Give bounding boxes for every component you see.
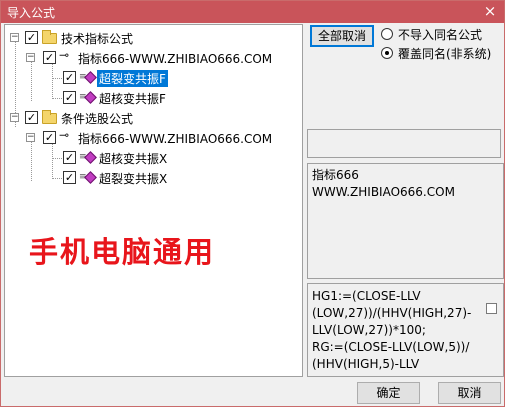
tree-node-label: 条件选股公式 xyxy=(61,112,134,126)
tree-node-label: 指标666-WWW.ZHIBIAO666.COM xyxy=(78,52,273,66)
checkbox[interactable]: ✓ xyxy=(63,171,76,184)
radio-unchecked[interactable] xyxy=(381,28,393,40)
checkbox[interactable]: ✓ xyxy=(63,71,76,84)
formula-panel: HG1:=(CLOSE-LLV (LOW,27))/(HHV(HIGH,27)-… xyxy=(307,283,504,377)
key-icon: ⊸ xyxy=(59,48,70,62)
checkbox[interactable]: ✓ xyxy=(25,31,38,44)
checkbox[interactable]: ✓ xyxy=(63,151,76,164)
tree-node-label: 超裂变共振F xyxy=(97,70,168,87)
folder-icon xyxy=(42,110,57,124)
formula-checkbox[interactable] xyxy=(486,303,497,314)
formula-gem-icon xyxy=(84,151,97,164)
tree-node-formula[interactable]: ✓ ≡ 超裂变共振F xyxy=(5,68,295,87)
title-bar: 导入公式 × xyxy=(1,1,504,23)
tree-node-group[interactable]: − ✓ ⊸ 指标666-WWW.ZHIBIAO666.COM xyxy=(5,48,295,66)
formula-text: HG1:=(CLOSE-LLV (LOW,27))/(HHV(HIGH,27)-… xyxy=(312,289,472,371)
tree-node-formula[interactable]: ✓ ≡ 超核变共振F xyxy=(5,88,295,106)
tree-node-stock-selection[interactable]: − ✓ 条件选股公式 xyxy=(5,108,295,126)
window-title: 导入公式 xyxy=(7,6,56,20)
no-import-same-name-option[interactable]: 不导入同名公式 xyxy=(381,26,501,42)
radio-checked[interactable] xyxy=(381,47,393,59)
formula-tree[interactable]: − ✓ 技术指标公式 − ✓ ⊸ 指标666-WWW.ZHIBIAO666.CO… xyxy=(4,24,303,377)
cancel-button[interactable]: 取消 xyxy=(438,382,501,404)
formula-gem-icon xyxy=(84,71,97,84)
collapse-icon[interactable]: − xyxy=(10,33,19,42)
collapse-icon[interactable]: − xyxy=(26,53,35,62)
tree-node-label: 技术指标公式 xyxy=(61,32,134,46)
overwrite-same-name-option[interactable]: 覆盖同名(非系统) xyxy=(381,45,501,61)
tree-node-label: 指标666-WWW.ZHIBIAO666.COM xyxy=(78,132,273,146)
info-name: 指标666 xyxy=(312,168,359,182)
import-formula-dialog: 导入公式 × − ✓ 技术指标公式 − ✓ ⊸ 指标666-WWW.ZHIBIA… xyxy=(0,0,505,407)
collapse-icon[interactable]: − xyxy=(26,133,35,142)
tree-node-label: 超核变共振F xyxy=(99,92,166,106)
formula-gem-icon xyxy=(84,91,97,104)
collapse-icon[interactable]: − xyxy=(10,113,19,122)
folder-icon xyxy=(42,30,57,44)
tree-node-group[interactable]: − ✓ ⊸ 指标666-WWW.ZHIBIAO666.COM xyxy=(5,128,295,146)
watermark-text: 手机电脑通用 xyxy=(29,235,216,269)
option-label: 不导入同名公式 xyxy=(398,28,483,42)
checkbox[interactable]: ✓ xyxy=(63,91,76,104)
checkbox[interactable]: ✓ xyxy=(25,111,38,124)
empty-panel xyxy=(307,129,501,158)
option-label: 覆盖同名(非系统) xyxy=(398,47,492,61)
tree-node-tech-indicators[interactable]: − ✓ 技术指标公式 xyxy=(5,28,295,46)
info-url: WWW.ZHIBIAO666.COM xyxy=(312,185,455,199)
formula-gem-icon xyxy=(84,171,97,184)
tree-node-label: 超裂变共振X xyxy=(99,172,168,186)
ok-button[interactable]: 确定 xyxy=(357,382,420,404)
tree-node-formula[interactable]: ✓ ≡ 超裂变共振X xyxy=(5,168,295,186)
info-panel: 指标666 WWW.ZHIBIAO666.COM xyxy=(307,163,504,279)
checkbox[interactable]: ✓ xyxy=(43,51,56,64)
checkbox[interactable]: ✓ xyxy=(43,131,56,144)
key-icon: ⊸ xyxy=(59,128,70,142)
tree-node-label: 超核变共振X xyxy=(99,152,168,166)
cancel-all-button[interactable]: 全部取消 xyxy=(310,25,374,47)
close-icon[interactable]: × xyxy=(482,2,498,20)
tree-node-formula[interactable]: ✓ ≡ 超核变共振X xyxy=(5,148,295,166)
